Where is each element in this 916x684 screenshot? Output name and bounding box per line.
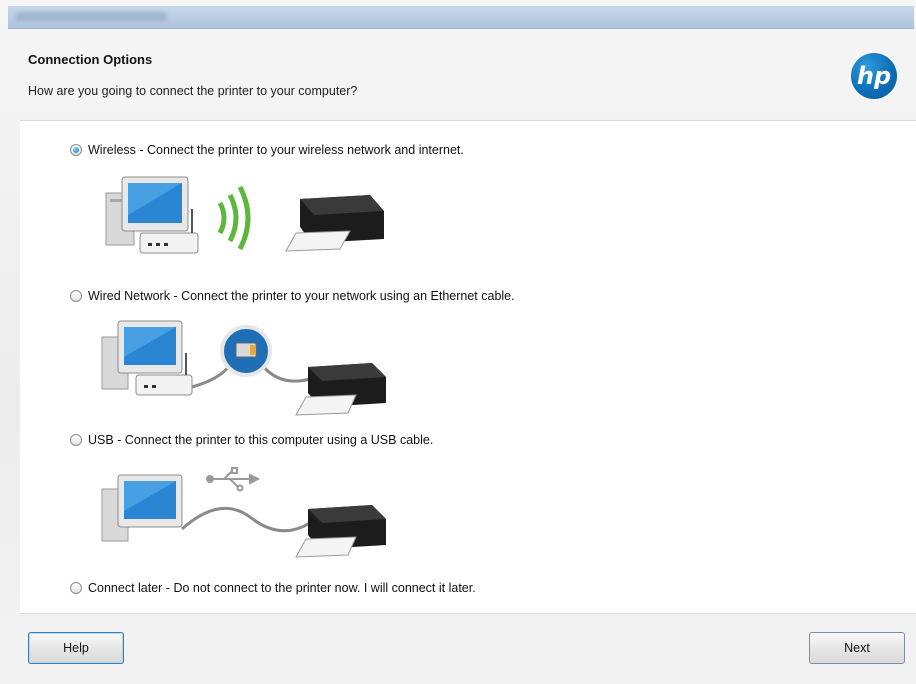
window-title [16,12,166,21]
option-usb[interactable]: USB - Connect the printer to this comput… [70,433,433,447]
radio-connect-later[interactable] [70,582,82,594]
next-button[interactable]: Next [809,632,905,664]
ethernet-illustration [101,320,386,416]
option-usb-label: USB - Connect the printer to this comput… [88,433,434,447]
option-connect-later[interactable]: Connect later - Do not connect to the pr… [70,581,476,595]
radio-wired-network[interactable] [70,290,82,302]
setup-window: Connection Options How are you going to … [0,0,916,684]
wireless-illustration [105,176,384,254]
option-wired-network[interactable]: Wired Network - Connect the printer to y… [70,289,515,303]
header: Connection Options How are you going to … [8,28,914,120]
hp-logo: hp [851,53,897,99]
option-wireless[interactable]: Wireless - Connect the printer to your w… [70,143,464,157]
help-button[interactable]: Help [28,632,124,664]
usb-illustration [101,467,386,558]
option-wireless-label: Wireless - Connect the printer to your w… [88,143,464,157]
page-title: Connection Options [28,52,153,67]
footer: Help Next [0,612,916,684]
page-subtitle: How are you going to connect the printer… [28,84,358,98]
title-bar [8,6,914,29]
radio-usb[interactable] [70,434,82,446]
options-panel: Wireless - Connect the printer to your w… [20,120,916,614]
option-connect-later-label: Connect later - Do not connect to the pr… [88,581,476,595]
option-wired-network-label: Wired Network - Connect the printer to y… [88,289,515,303]
radio-wireless[interactable] [70,144,82,156]
